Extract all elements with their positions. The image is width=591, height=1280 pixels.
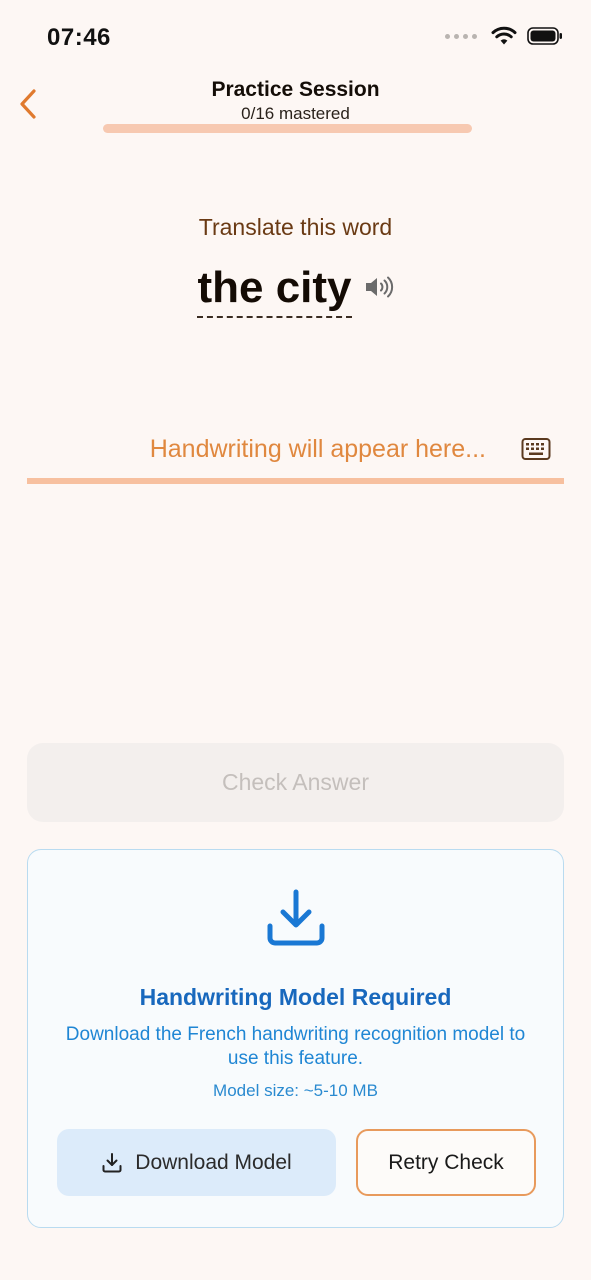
speaker-icon	[365, 276, 393, 298]
mastery-count: 0/16 mastered	[241, 104, 350, 123]
model-size-text: Model size: ~5-10 MB	[213, 1081, 378, 1100]
prompt-label: Translate this word	[198, 214, 393, 240]
handwriting-placeholder: Handwriting will appear here...	[149, 434, 486, 463]
battery-icon	[527, 27, 562, 45]
card-title: Handwriting Model Required	[139, 984, 452, 1010]
page-title: Practice Session	[211, 78, 380, 101]
retry-check-button[interactable]: Retry Check	[356, 1129, 536, 1196]
keyboard-toggle-button[interactable]	[516, 429, 556, 469]
handwriting-input[interactable]: Handwriting will appear here...	[27, 420, 564, 484]
check-answer-button[interactable]: Check Answer	[27, 743, 564, 822]
word-row: the city	[0, 262, 591, 318]
session-progress-bar	[103, 124, 472, 133]
signal-dots-icon	[445, 33, 477, 39]
keyboard-icon	[521, 438, 551, 460]
download-icon	[267, 889, 324, 946]
target-word[interactable]: the city	[197, 262, 352, 318]
download-small-icon	[102, 1152, 122, 1172]
status-time: 07:46	[47, 24, 111, 51]
download-model-button[interactable]: Download Model	[57, 1129, 336, 1196]
status-icons	[445, 26, 563, 46]
download-model-label: Download Model	[135, 1150, 292, 1174]
card-description: Download the French handwriting recognit…	[65, 1024, 526, 1069]
model-required-card: Handwriting Model Required Download the …	[27, 849, 564, 1228]
wifi-icon	[491, 26, 517, 45]
play-audio-button[interactable]	[362, 270, 396, 304]
practice-session-screen: 07:46 Practice Session 0/16 mastered Tra…	[0, 0, 591, 1280]
